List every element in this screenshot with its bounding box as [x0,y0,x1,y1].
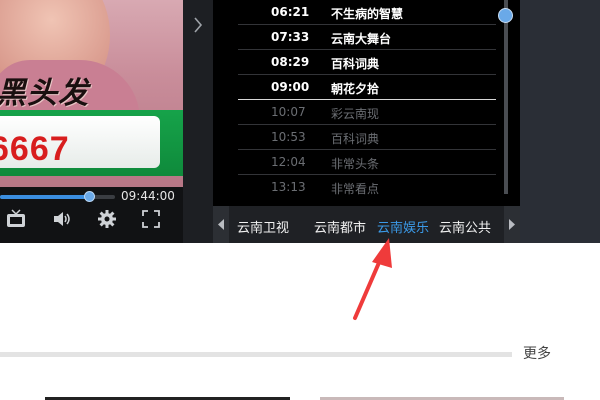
program-name: 百科词典 [331,132,380,146]
triangle-left-icon [218,219,224,230]
program-name: 非常看点 [331,182,380,196]
player-controls: 09:44:00 [0,187,183,243]
time-display: 09:44:00 [121,189,175,203]
schedule-row[interactable]: 07:33 云南大舞台 [238,25,496,50]
tabs-prev-button[interactable] [213,206,229,243]
video-phone-number: 6667 [0,130,70,168]
program-time: 08:29 [271,55,310,69]
program-name: 百科词典 [331,57,380,71]
program-name: 非常头条 [331,157,380,171]
chevron-right-icon[interactable] [191,15,205,35]
video-banner: 6667 [0,110,183,176]
gear-icon[interactable] [97,209,117,229]
video-banner-box: 6667 [0,116,160,168]
schedule-row[interactable]: 10:07 彩云南现 [238,100,496,125]
program-time: 10:53 [271,130,306,144]
tab-yunnan-entertainment[interactable]: 云南娱乐 [377,217,429,236]
program-name: 不生病的智慧 [331,7,404,21]
channel-tabs: 云南卫视 云南都市 云南娱乐 云南公共 [213,206,520,243]
triangle-right-icon [509,219,515,230]
fullscreen-icon[interactable] [141,209,161,229]
schedule-scrollbar[interactable] [504,0,508,194]
program-time: 13:13 [271,180,306,194]
progress-fill [0,195,90,199]
progress-handle[interactable] [83,191,95,202]
program-time: 06:21 [271,5,310,19]
program-time: 07:33 [271,30,310,44]
tab-yunnan-city[interactable]: 云南都市 [314,217,366,236]
program-time: 10:07 [271,105,306,119]
section-divider [0,352,512,357]
schedule-row-current[interactable]: 09:00 朝花夕拾 [238,75,496,100]
tabs-next-button[interactable] [504,206,520,243]
more-link[interactable]: 更多 [523,343,551,363]
schedule-row[interactable]: 08:29 百科词典 [238,50,496,75]
tv-icon[interactable] [6,209,26,229]
video-frame[interactable]: 黑头发 6667 [0,0,183,187]
side-panel [520,0,600,243]
schedule-row[interactable]: 10:53 百科词典 [238,125,496,150]
progress-bar[interactable] [0,191,115,202]
tab-yunnan-public[interactable]: 云南公共 [439,217,491,236]
tab-yunnan-satellite[interactable]: 云南卫视 [237,217,289,236]
video-caption: 黑头发 [0,76,89,111]
program-time: 09:00 [271,80,310,94]
program-name: 朝花夕拾 [331,82,380,96]
schedule-row[interactable]: 13:13 非常看点 [238,175,496,200]
schedule-row[interactable]: 12:04 非常头条 [238,150,496,175]
program-time: 12:04 [271,155,306,169]
program-name: 云南大舞台 [331,32,392,46]
program-schedule: 06:21 不生病的智慧 07:33 云南大舞台 08:29 百科词典 09:0… [213,0,520,206]
program-name: 彩云南现 [331,107,380,121]
schedule-scroll-handle[interactable] [498,8,513,23]
schedule-row[interactable]: 06:21 不生病的智慧 [238,0,496,25]
list-toggle-column [183,0,213,243]
volume-icon[interactable] [52,209,72,229]
